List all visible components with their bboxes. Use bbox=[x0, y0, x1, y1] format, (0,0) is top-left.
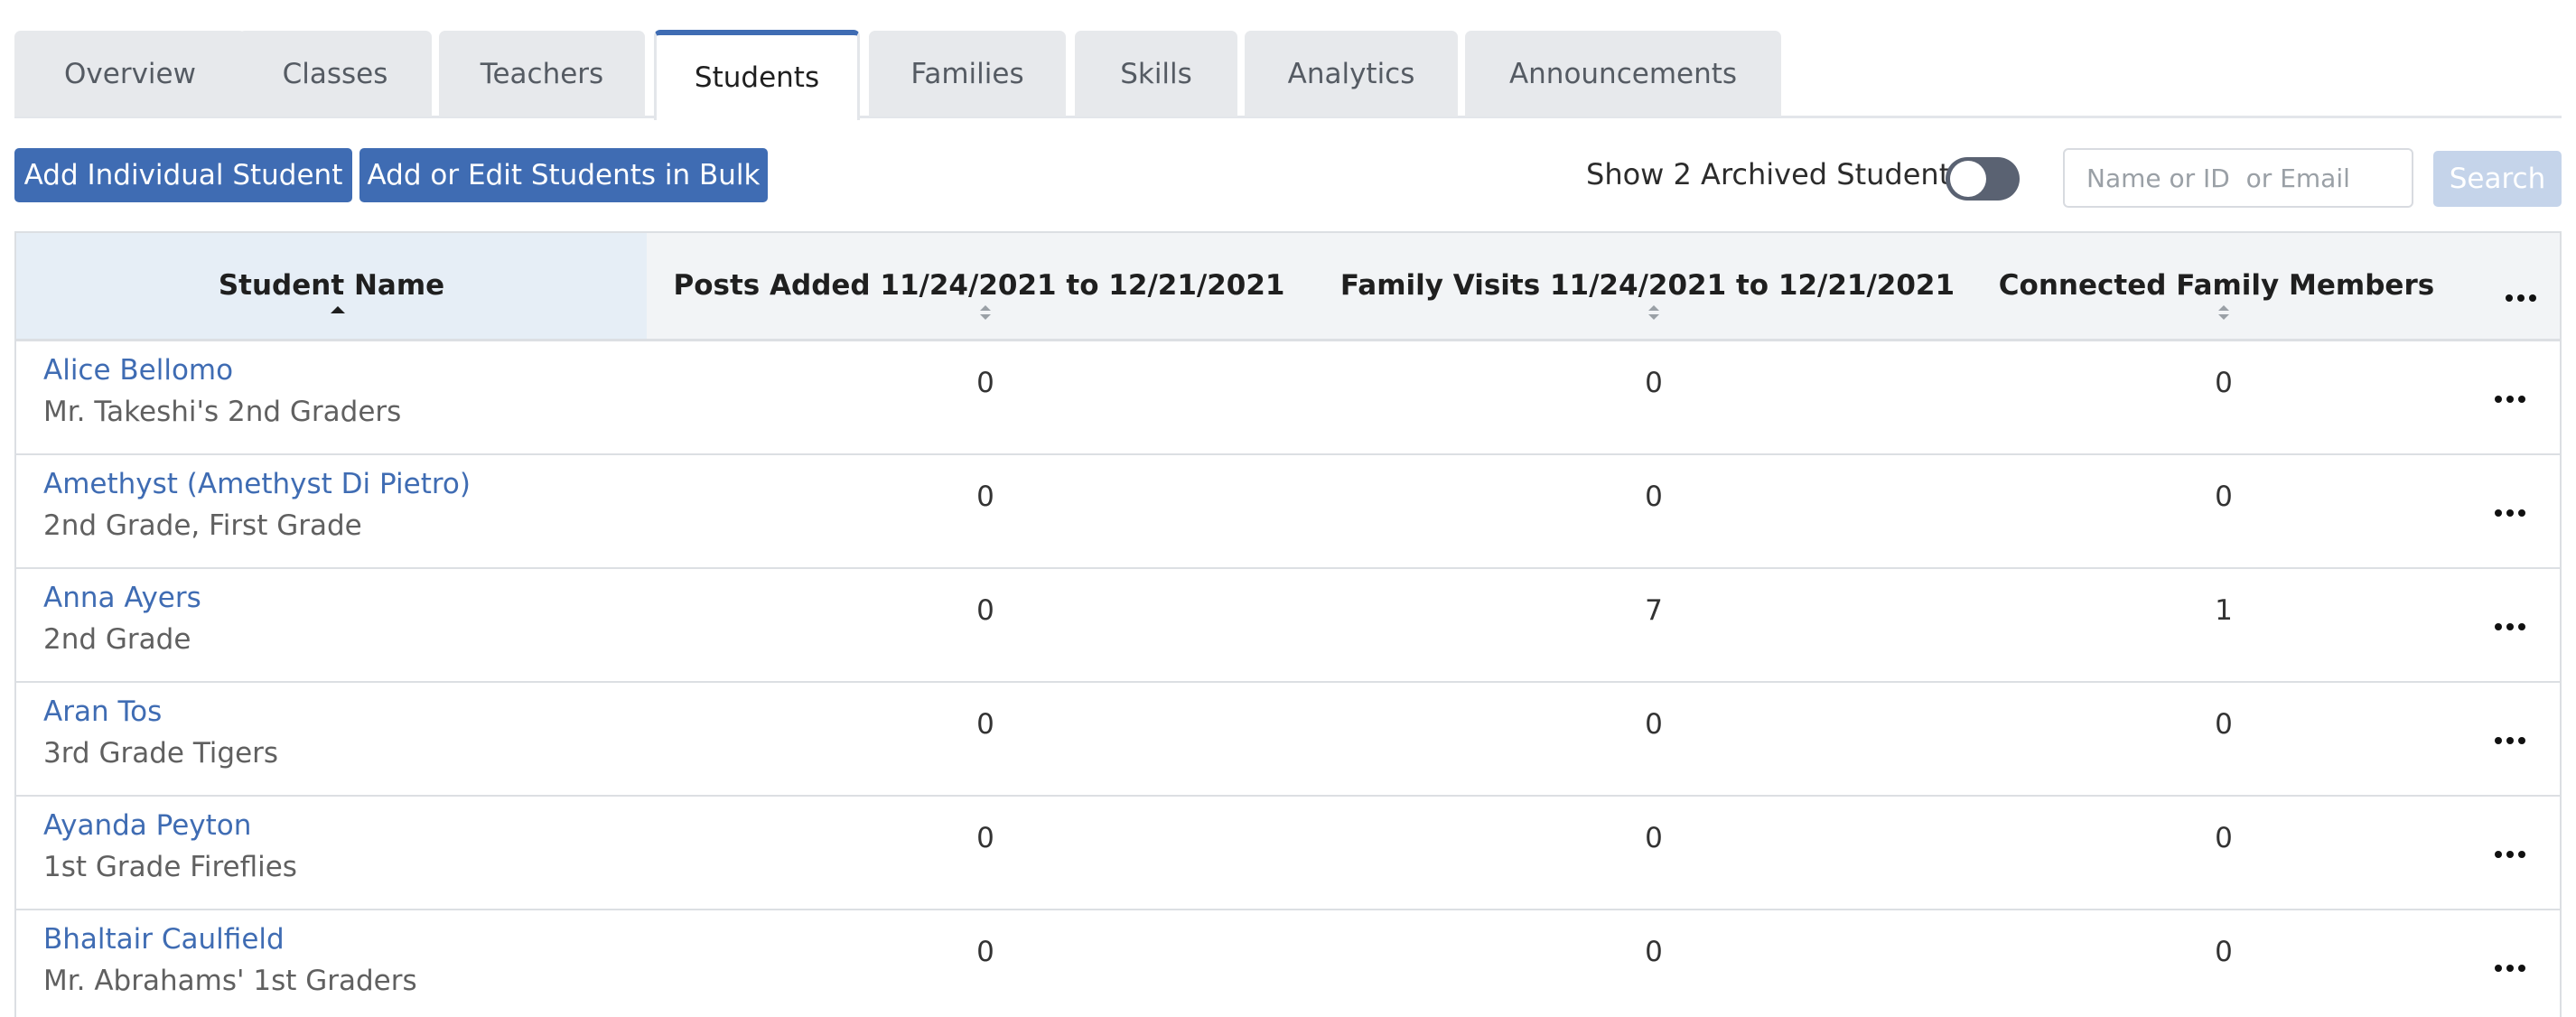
connected-members-value: 0 bbox=[2215, 936, 2233, 968]
posts-added-value: 0 bbox=[976, 367, 994, 399]
student-class: 2nd Grade, First Grade bbox=[43, 509, 362, 542]
posts-added-value: 0 bbox=[976, 936, 994, 968]
students-table: Student Name Posts Added 11/24/2021 to 1… bbox=[14, 231, 2562, 1017]
family-visits-value: 0 bbox=[1645, 481, 1663, 513]
student-name-link[interactable]: Amethyst (Amethyst Di Pietro) bbox=[43, 468, 471, 500]
student-class: 1st Grade Fireflies bbox=[43, 851, 297, 883]
tab-classes[interactable]: Classes bbox=[238, 31, 432, 117]
search-input[interactable] bbox=[2063, 148, 2413, 208]
family-visits-value: 0 bbox=[1645, 936, 1663, 968]
tab-overview[interactable]: Overview bbox=[14, 31, 246, 117]
table-row: Anna Ayers 2nd Grade 0 7 1 bbox=[16, 569, 2560, 683]
table-row: Amethyst (Amethyst Di Pietro) 2nd Grade,… bbox=[16, 455, 2560, 569]
student-class: 2nd Grade bbox=[43, 623, 191, 656]
show-archived-toggle[interactable] bbox=[1946, 157, 2020, 201]
connected-members-value: 1 bbox=[2215, 594, 2233, 627]
student-name-link[interactable]: Bhaltair Caulfield bbox=[43, 923, 285, 956]
family-visits-value: 7 bbox=[1645, 594, 1663, 627]
add-bulk-students-button[interactable]: Add or Edit Students in Bulk bbox=[359, 148, 768, 202]
column-header-connected-family-members[interactable]: Connected Family Members bbox=[1999, 269, 2434, 302]
sort-icon[interactable] bbox=[1647, 303, 1660, 322]
student-name-link[interactable]: Ayanda Peyton bbox=[43, 809, 251, 842]
row-options-icon[interactable] bbox=[2495, 851, 2525, 858]
table-row: Bhaltair Caulfield Mr. Abrahams' 1st Gra… bbox=[16, 910, 2560, 1017]
tab-skills[interactable]: Skills bbox=[1075, 31, 1237, 117]
connected-members-value: 0 bbox=[2215, 367, 2233, 399]
table-row: Aran Tos 3rd Grade Tigers 0 0 0 bbox=[16, 683, 2560, 797]
sort-ascending-icon[interactable] bbox=[330, 305, 346, 314]
search-button[interactable]: Search bbox=[2433, 151, 2562, 207]
column-header-family-visits[interactable]: Family Visits 11/24/2021 to 12/21/2021 bbox=[1340, 269, 1955, 302]
column-options-icon[interactable] bbox=[2506, 294, 2536, 302]
toggle-knob bbox=[1950, 161, 1986, 197]
student-name-link[interactable]: Aran Tos bbox=[43, 695, 162, 728]
student-name-link[interactable]: Anna Ayers bbox=[43, 582, 201, 614]
row-options-icon[interactable] bbox=[2495, 396, 2525, 403]
show-archived-label: Show 2 Archived Students bbox=[1586, 157, 1965, 191]
column-header-posts-added[interactable]: Posts Added 11/24/2021 to 12/21/2021 bbox=[673, 269, 1284, 302]
posts-added-value: 0 bbox=[976, 708, 994, 741]
table-row: Alice Bellomo Mr. Takeshi's 2nd Graders … bbox=[16, 341, 2560, 455]
family-visits-value: 0 bbox=[1645, 367, 1663, 399]
sort-icon[interactable] bbox=[979, 303, 992, 322]
add-individual-student-button[interactable]: Add Individual Student bbox=[14, 148, 352, 202]
posts-added-value: 0 bbox=[976, 822, 994, 854]
tab-families[interactable]: Families bbox=[869, 31, 1066, 117]
family-visits-value: 0 bbox=[1645, 822, 1663, 854]
row-options-icon[interactable] bbox=[2495, 737, 2525, 744]
tab-students[interactable]: Students bbox=[654, 30, 860, 120]
table-row: Ayanda Peyton 1st Grade Fireflies 0 0 0 bbox=[16, 797, 2560, 910]
table-header: Student Name Posts Added 11/24/2021 to 1… bbox=[16, 233, 2560, 341]
student-class: Mr. Abrahams' 1st Graders bbox=[43, 965, 417, 997]
connected-members-value: 0 bbox=[2215, 708, 2233, 741]
sort-icon[interactable] bbox=[2217, 303, 2230, 322]
row-options-icon[interactable] bbox=[2495, 965, 2525, 972]
tab-analytics[interactable]: Analytics bbox=[1245, 31, 1458, 117]
posts-added-value: 0 bbox=[976, 481, 994, 513]
student-class: Mr. Takeshi's 2nd Graders bbox=[43, 396, 402, 428]
column-header-student-name[interactable]: Student Name bbox=[219, 269, 444, 302]
row-options-icon[interactable] bbox=[2495, 623, 2525, 630]
student-name-link[interactable]: Alice Bellomo bbox=[43, 354, 233, 387]
connected-members-value: 0 bbox=[2215, 481, 2233, 513]
family-visits-value: 0 bbox=[1645, 708, 1663, 741]
student-class: 3rd Grade Tigers bbox=[43, 737, 279, 770]
row-options-icon[interactable] bbox=[2495, 509, 2525, 517]
tab-teachers[interactable]: Teachers bbox=[439, 31, 645, 117]
tab-announcements[interactable]: Announcements bbox=[1465, 31, 1781, 117]
tab-bar: Overview Classes Teachers Students Famil… bbox=[14, 30, 2562, 120]
connected-members-value: 0 bbox=[2215, 822, 2233, 854]
posts-added-value: 0 bbox=[976, 594, 994, 627]
